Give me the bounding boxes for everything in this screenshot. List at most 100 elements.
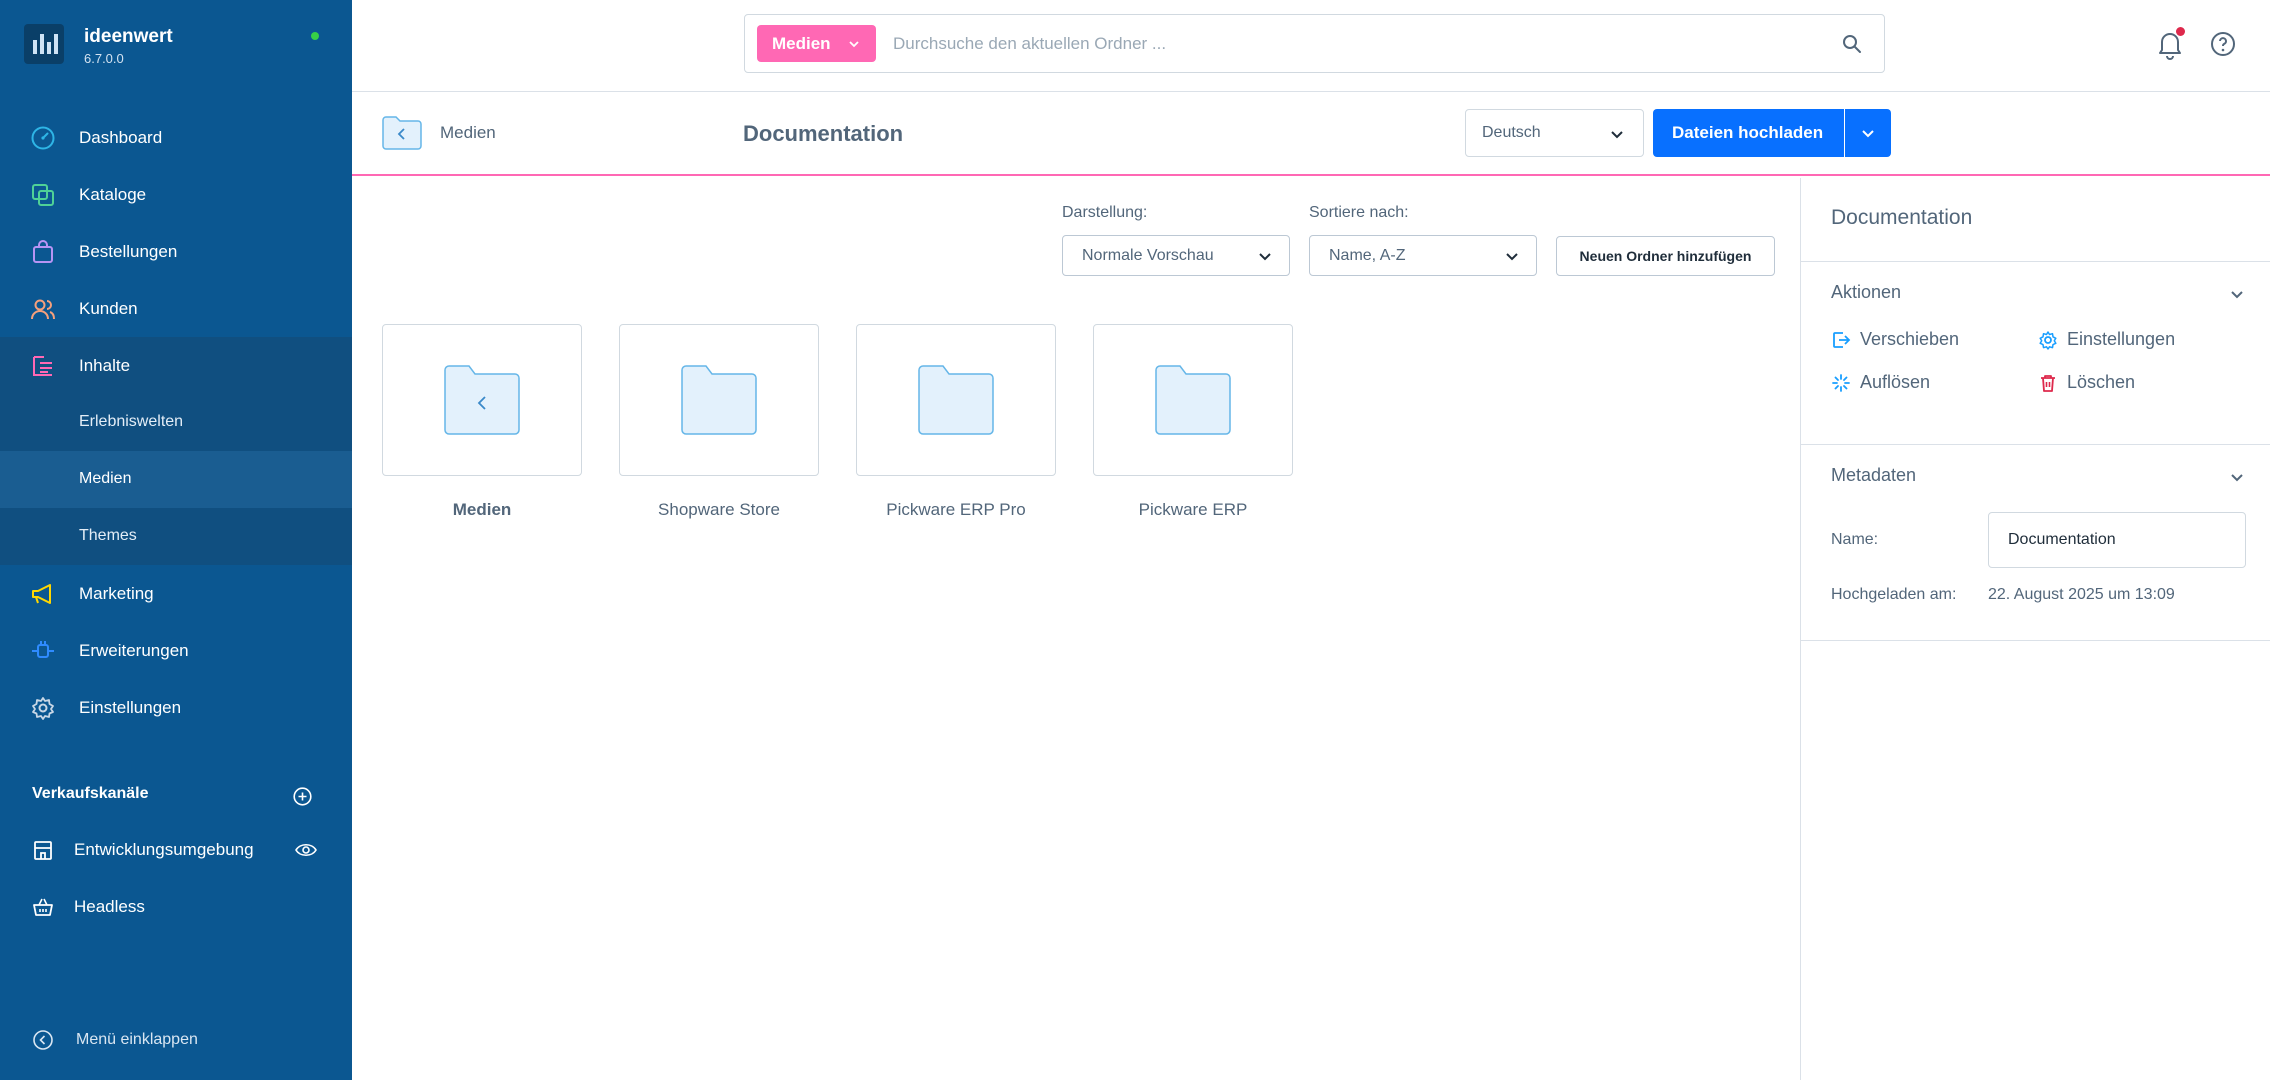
brand-logo[interactable] xyxy=(24,24,64,64)
sub-item-erlebniswelten[interactable]: Erlebniswelten xyxy=(0,394,352,451)
folder-icon xyxy=(1155,365,1231,435)
folder-icon xyxy=(918,365,994,435)
catalog-icon xyxy=(32,184,54,206)
action-delete[interactable]: Löschen xyxy=(2038,371,2208,395)
action-settings[interactable]: Einstellungen xyxy=(2038,328,2208,352)
folder-card[interactable] xyxy=(856,324,1056,476)
logo-bar xyxy=(33,40,37,54)
collapse-menu-icon[interactable] xyxy=(32,1029,54,1051)
folder-name[interactable]: Pickware ERP xyxy=(1093,500,1293,520)
top-bar: Medien xyxy=(352,0,2270,92)
uploaded-value: 22. August 2025 um 13:09 xyxy=(1988,586,2175,603)
folder-name[interactable]: Medien xyxy=(382,500,582,520)
logo-bar xyxy=(40,34,44,54)
back-link[interactable]: Medien xyxy=(440,123,496,143)
admin-sidebar: ideenwert 6.7.0.0 Dashboard Kataloge Bes… xyxy=(0,0,352,1080)
collapse-menu-button[interactable]: Menü einklappen xyxy=(76,1031,198,1049)
chevron-down-icon xyxy=(1611,131,1623,139)
folder-name[interactable]: Shopware Store xyxy=(619,500,819,520)
nav-item-kunden[interactable]: Kunden xyxy=(0,280,352,337)
view-mode-label: Darstellung: xyxy=(1062,204,1148,221)
search-module-tag[interactable]: Medien xyxy=(757,25,876,62)
chevron-down-icon xyxy=(1862,130,1874,138)
language-select[interactable]: Deutsch xyxy=(1465,109,1644,157)
add-channel-icon[interactable] xyxy=(293,787,312,806)
trash-icon xyxy=(2041,375,2055,392)
folder-name-input[interactable] xyxy=(1988,512,2246,568)
megaphone-icon xyxy=(32,584,51,604)
nav-label: Einstellungen xyxy=(79,697,182,717)
channel-label: Entwicklungsumgebung xyxy=(74,840,254,859)
name-label: Name: xyxy=(1831,531,1879,548)
nav-item-kataloge[interactable]: Kataloge xyxy=(0,166,352,223)
nav-item-dashboard[interactable]: Dashboard xyxy=(0,109,352,166)
logo-bar xyxy=(54,34,58,54)
search-input[interactable] xyxy=(893,30,1793,58)
folder-card-parent[interactable] xyxy=(382,324,582,476)
channel-headless[interactable]: Headless xyxy=(0,878,352,935)
view-mode-select[interactable]: Normale Vorschau xyxy=(1062,235,1290,276)
search-icon[interactable] xyxy=(1841,33,1863,55)
page-title: Documentation xyxy=(743,121,904,146)
action-dissolve[interactable]: Auflösen xyxy=(1831,371,2001,395)
shop-name: ideenwert xyxy=(84,26,173,47)
eye-icon[interactable] xyxy=(295,842,317,858)
nav-label: Marketing xyxy=(79,583,154,603)
new-folder-button[interactable]: Neuen Ordner hinzufügen xyxy=(1556,236,1775,276)
smart-bar: Medien Documentation Deutsch Dateien hoc… xyxy=(352,92,2270,176)
chevron-down-icon[interactable] xyxy=(2229,469,2245,485)
sub-item-themes[interactable]: Themes xyxy=(0,508,352,565)
action-label: Auflösen xyxy=(1860,372,1931,392)
search-module-label: Medien xyxy=(772,34,831,53)
sub-item-medien[interactable]: Medien xyxy=(0,451,352,508)
gauge-icon xyxy=(31,126,55,150)
sidebar-folder-title: Documentation xyxy=(1831,206,1973,229)
metadata-panel-title[interactable]: Metadaten xyxy=(1831,465,1916,486)
folder-sidebar: Documentation Aktionen Verschieben Einst… xyxy=(1800,178,2270,1080)
chevron-down-icon xyxy=(1259,253,1271,261)
customers-icon xyxy=(31,299,55,320)
action-label: Löschen xyxy=(2067,372,2136,392)
sort-value: Name, A-Z xyxy=(1329,247,1406,264)
storefront-icon xyxy=(34,841,52,860)
actions-panel-title[interactable]: Aktionen xyxy=(1831,282,1901,303)
nav-label: Kunden xyxy=(79,298,138,318)
nav-label: Bestellungen xyxy=(79,241,178,261)
folder-card[interactable] xyxy=(619,324,819,476)
chevron-down-icon[interactable] xyxy=(2229,286,2245,302)
basket-icon xyxy=(33,898,53,916)
nav-label: Dashboard xyxy=(79,127,163,147)
action-move[interactable]: Verschieben xyxy=(1831,328,2001,352)
shop-version: 6.7.0.0 xyxy=(84,51,124,66)
nav-label: Inhalte xyxy=(79,355,131,375)
chevron-down-icon xyxy=(849,41,859,48)
nav-label: Erweiterungen xyxy=(79,640,189,660)
sort-label: Sortiere nach: xyxy=(1309,204,1409,221)
media-content: Darstellung: Normale Vorschau Sortiere n… xyxy=(352,178,1800,1080)
sub-item-label: Themes xyxy=(79,527,137,544)
folder-card[interactable] xyxy=(1093,324,1293,476)
nav-item-marketing[interactable]: Marketing xyxy=(0,565,352,622)
nav-item-inhalte[interactable]: Inhalte xyxy=(0,337,352,394)
global-search: Medien xyxy=(744,14,1885,73)
gear-icon xyxy=(32,697,54,720)
action-label: Verschieben xyxy=(1860,329,1960,349)
back-folder-icon[interactable] xyxy=(382,116,422,150)
nav-item-erweiterungen[interactable]: Erweiterungen xyxy=(0,622,352,679)
nav-item-einstellungen[interactable]: Einstellungen xyxy=(0,679,352,736)
folder-name[interactable]: Pickware ERP Pro xyxy=(856,500,1056,520)
sort-select[interactable]: Name, A-Z xyxy=(1309,235,1537,276)
notification-badge xyxy=(2176,27,2185,36)
upload-options-button[interactable] xyxy=(1845,109,1891,157)
upload-files-button[interactable]: Dateien hochladen xyxy=(1653,109,1844,157)
language-value: Deutsch xyxy=(1482,124,1541,141)
channel-entwicklungsumgebung[interactable]: Entwicklungsumgebung xyxy=(0,821,352,878)
help-icon[interactable] xyxy=(2210,31,2236,57)
plug-icon xyxy=(32,641,54,658)
action-label: Einstellungen xyxy=(2067,329,2176,349)
settings-icon xyxy=(2039,331,2057,350)
upload-label: Dateien hochladen xyxy=(1672,123,1824,142)
sales-channels-title: Verkaufskanäle xyxy=(32,785,149,802)
nav-item-bestellungen[interactable]: Bestellungen xyxy=(0,223,352,280)
chevron-down-icon xyxy=(1506,253,1518,261)
